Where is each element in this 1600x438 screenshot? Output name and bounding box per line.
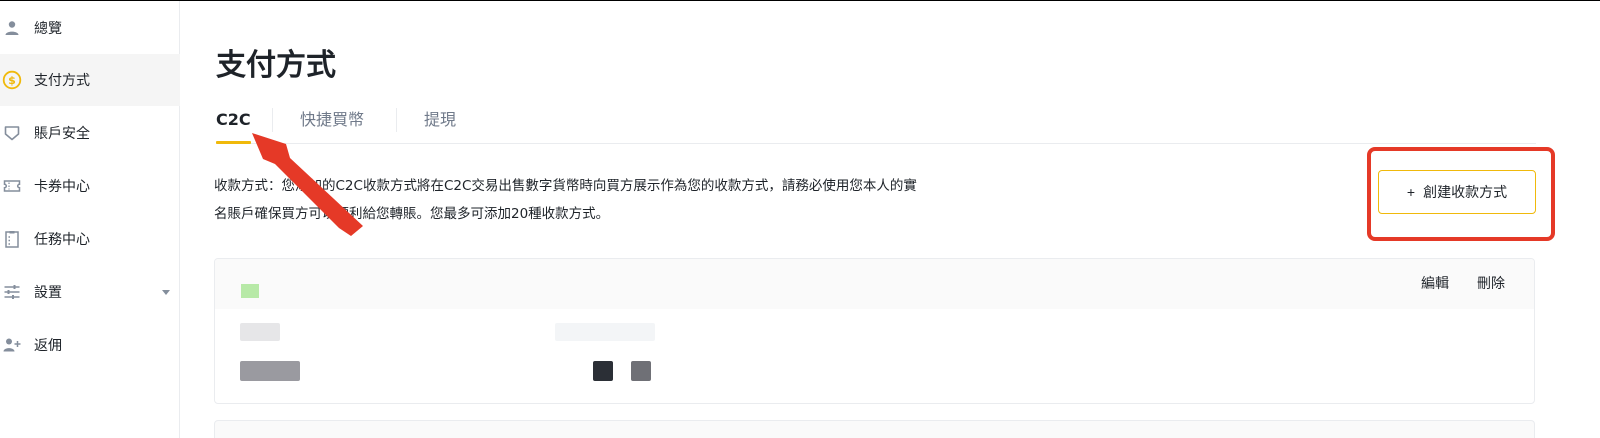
sidebar-item-task-center[interactable]: 任務中心 xyxy=(0,213,180,265)
create-button-label: 創建收款方式 xyxy=(1423,184,1508,200)
redacted-value xyxy=(593,361,613,381)
chevron-down-icon[interactable] xyxy=(162,289,170,295)
redacted-value xyxy=(631,361,651,381)
redacted-value xyxy=(555,323,655,341)
sidebar-item-label: 總覽 xyxy=(34,21,62,37)
sidebar: 總覽 $ 支付方式 賬戶安全 卡券中心 任務中心 設置 返佣 xyxy=(0,1,180,438)
card-body xyxy=(215,309,1534,403)
sliders-icon xyxy=(2,282,22,302)
sidebar-item-label: 返佣 xyxy=(34,338,62,354)
tab-quick-buy[interactable]: 快捷買幣 xyxy=(300,104,364,144)
edit-button[interactable]: 編輯 xyxy=(1421,273,1449,293)
payment-method-card xyxy=(214,420,1535,438)
redacted-field xyxy=(240,361,300,381)
page-title: 支付方式 xyxy=(216,48,336,83)
tab-c2c[interactable]: C2C xyxy=(210,104,257,144)
tab-divider xyxy=(396,108,397,132)
ticket-icon xyxy=(2,176,22,196)
sidebar-item-coupon-center[interactable]: 卡券中心 xyxy=(0,160,180,212)
sidebar-item-overview[interactable]: 總覽 xyxy=(0,2,180,54)
plus-icon: + xyxy=(1406,184,1416,200)
description-line-2: 名賬戶確保買方可以順利給您轉賬。您最多可添加20種收款方式。 xyxy=(214,206,610,222)
sidebar-item-settings[interactable]: 設置 xyxy=(0,266,180,318)
dollar-coin-icon: $ xyxy=(2,70,22,90)
create-payment-method-button[interactable]: + 創建收款方式 xyxy=(1378,170,1536,214)
add-user-icon xyxy=(2,335,22,355)
sidebar-item-payment-methods[interactable]: $ 支付方式 xyxy=(0,54,180,106)
sidebar-item-label: 設置 xyxy=(34,285,62,301)
svg-text:$: $ xyxy=(8,74,16,87)
sidebar-item-referral[interactable]: 返佣 xyxy=(0,319,180,371)
user-icon xyxy=(2,18,22,38)
sidebar-item-label: 賬戶安全 xyxy=(34,126,90,142)
sidebar-item-account-security[interactable]: 賬戶安全 xyxy=(0,107,180,159)
shield-icon xyxy=(2,123,22,143)
card-header: 編輯 刪除 xyxy=(215,259,1534,309)
tab-bar: C2C 快捷買幣 提現 xyxy=(215,104,1536,144)
top-border xyxy=(0,0,1600,1)
tab-divider xyxy=(272,108,273,132)
task-list-icon xyxy=(2,229,22,249)
payment-method-card: 編輯 刪除 xyxy=(214,258,1535,404)
sidebar-item-label: 支付方式 xyxy=(34,73,90,89)
tab-withdraw[interactable]: 提現 xyxy=(424,104,456,144)
delete-button[interactable]: 刪除 xyxy=(1477,273,1505,293)
sidebar-item-label: 任務中心 xyxy=(34,232,90,248)
sidebar-item-label: 卡券中心 xyxy=(34,179,90,195)
redacted-field xyxy=(240,323,280,341)
description-line-1: 收款方式：您添加的C2C收款方式將在C2C交易出售數字貨幣時向買方展示作為您的收… xyxy=(214,178,917,194)
payment-type-badge xyxy=(241,284,259,298)
payment-method-description: 收款方式：您添加的C2C收款方式將在C2C交易出售數字貨幣時向買方展示作為您的收… xyxy=(214,172,1034,228)
